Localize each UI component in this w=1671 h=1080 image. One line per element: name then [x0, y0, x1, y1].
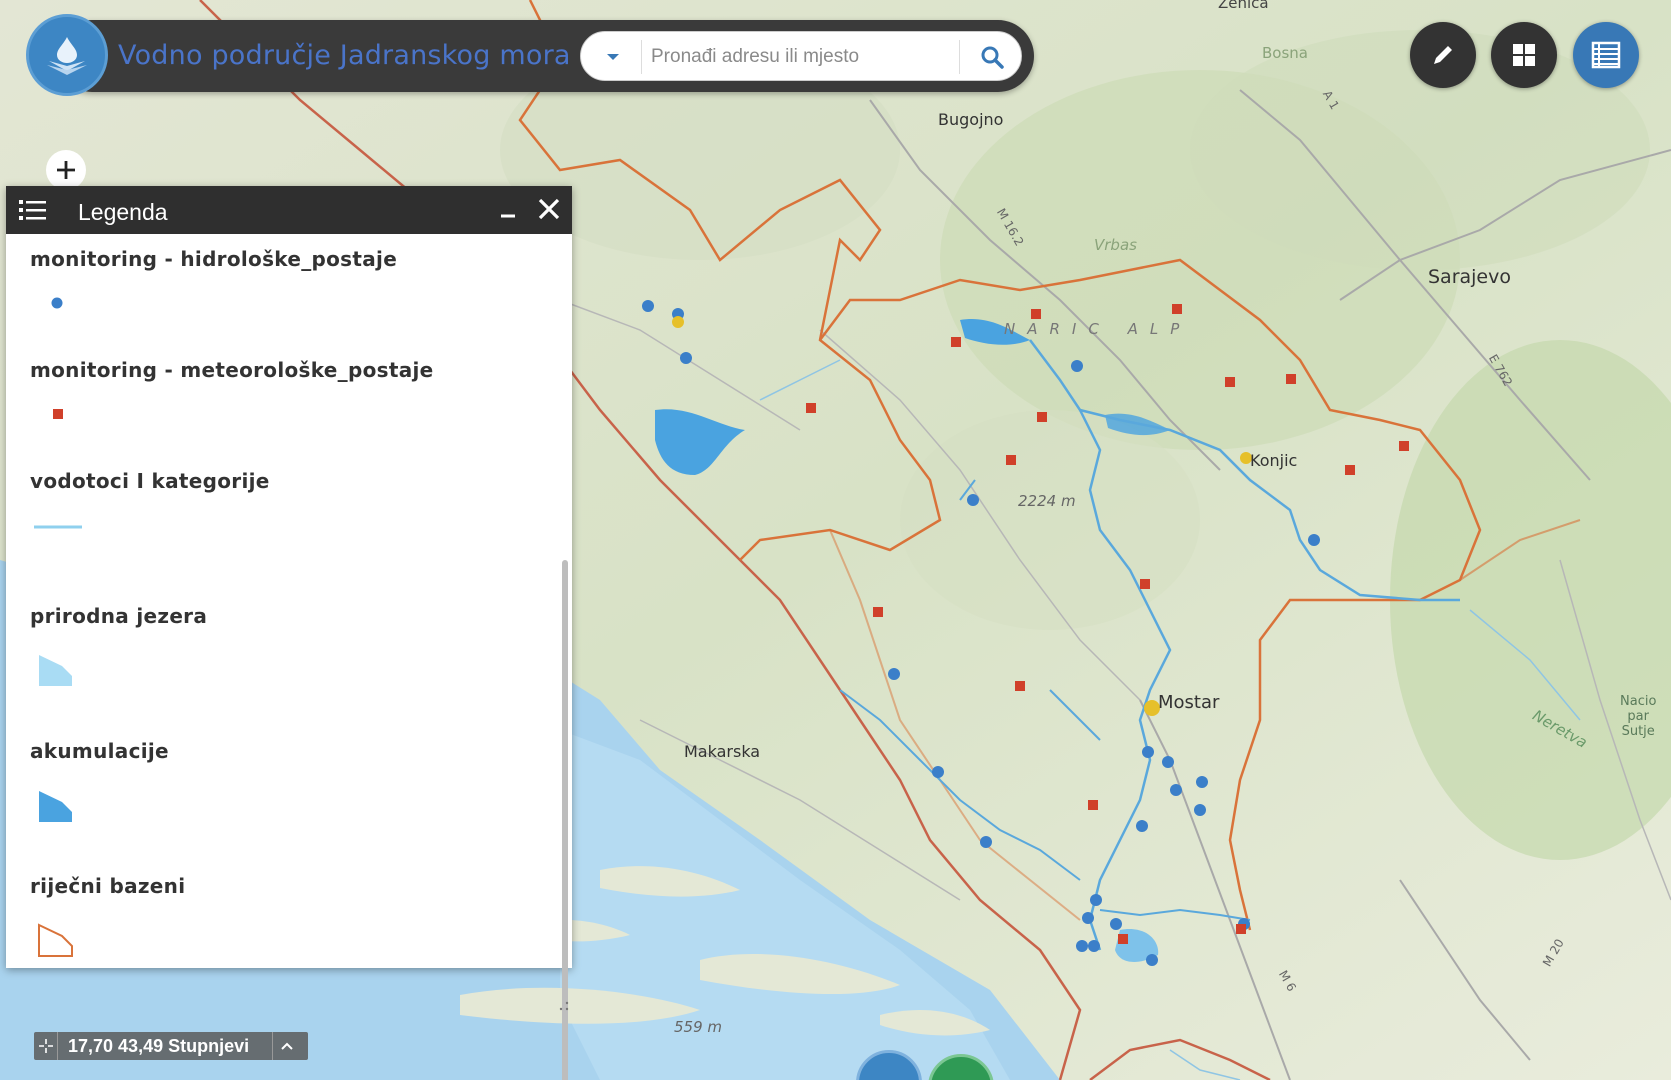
river-line-symbol: [34, 525, 82, 529]
map-label-zenica: Zenica: [1218, 0, 1269, 12]
legend-body: monitoring - hidrološke_postaje monitori…: [6, 234, 572, 1080]
crosshair-icon: [38, 1039, 53, 1053]
grid-icon: [1513, 44, 1535, 66]
water-drop-icon: [47, 37, 87, 75]
resize-handle-icon[interactable]: [558, 1000, 570, 1012]
map-label-national-park: Nacio par Sutje: [1620, 694, 1657, 739]
map-label-sarajevo: Sarajevo: [1428, 266, 1511, 288]
map-label-mostar: Mostar: [1158, 692, 1220, 713]
coordinate-bar: 17,70 43,49 Stupnjevi: [34, 1032, 308, 1060]
search-source-dropdown[interactable]: [595, 32, 631, 82]
list-icon: [19, 200, 46, 220]
map-label-bugojno: Bugojno: [938, 110, 1004, 129]
legend-item-label: prirodna jezera: [30, 604, 208, 628]
legend-item-label: monitoring - hidrološke_postaje: [30, 247, 398, 271]
search-box: [580, 31, 1022, 81]
legend-item-label: monitoring - meteorološke_postaje: [30, 358, 434, 382]
search-input[interactable]: [651, 40, 951, 74]
legend-item-label: akumulacije: [30, 739, 169, 763]
zoom-in-button[interactable]: [46, 150, 86, 190]
legend-panel: Legenda monitoring - hidrološke_postaje …: [6, 186, 572, 1080]
table-icon: [1591, 41, 1621, 69]
map-label-elevation-2: 559 m: [674, 1018, 723, 1036]
legend-item-label: vodotoci I kategorije: [30, 469, 270, 493]
minimize-icon[interactable]: [496, 198, 520, 222]
coordinate-locate-button[interactable]: [34, 1032, 58, 1060]
chevron-up-icon: [280, 1042, 293, 1050]
map-label-elevation-1: 2224 m: [1018, 492, 1076, 510]
search-divider: [641, 40, 642, 74]
river-basin-symbol: [38, 923, 73, 957]
coordinate-expand-button[interactable]: [272, 1032, 300, 1060]
map-label-bosna: Bosna: [1262, 44, 1308, 62]
pencil-icon: [1434, 46, 1452, 64]
search-divider: [959, 40, 960, 74]
coordinate-readout: 17,70 43,49 Stupnjevi: [68, 1035, 250, 1056]
map-label-makarska: Makarska: [684, 742, 761, 761]
attribute-table-button[interactable]: [1573, 22, 1639, 88]
plus-icon: [57, 161, 75, 179]
app-logo[interactable]: [26, 14, 108, 96]
natural-lake-symbol: [39, 655, 72, 686]
layers-button[interactable]: [1491, 22, 1557, 88]
search-button[interactable]: [967, 32, 1017, 82]
draw-button[interactable]: [1410, 22, 1476, 88]
map-label-konjic: Konjic: [1250, 451, 1298, 470]
reservoir-symbol: [39, 791, 72, 822]
search-icon: [981, 46, 1004, 69]
app-title: Vodno područje Jadranskog mora: [118, 40, 571, 71]
legend-title: Legenda: [78, 199, 168, 225]
map-label-vrbas: Vrbas: [1094, 236, 1137, 254]
close-icon[interactable]: [536, 196, 562, 222]
red-square-symbol: [53, 409, 63, 419]
legend-item-label: riječni bazeni: [30, 874, 186, 898]
legend-header[interactable]: Legenda: [6, 186, 572, 234]
caret-down-icon: [607, 54, 619, 60]
map-label-range: NARIC ALP: [1004, 320, 1192, 338]
blue-dot-symbol: [51, 297, 63, 309]
